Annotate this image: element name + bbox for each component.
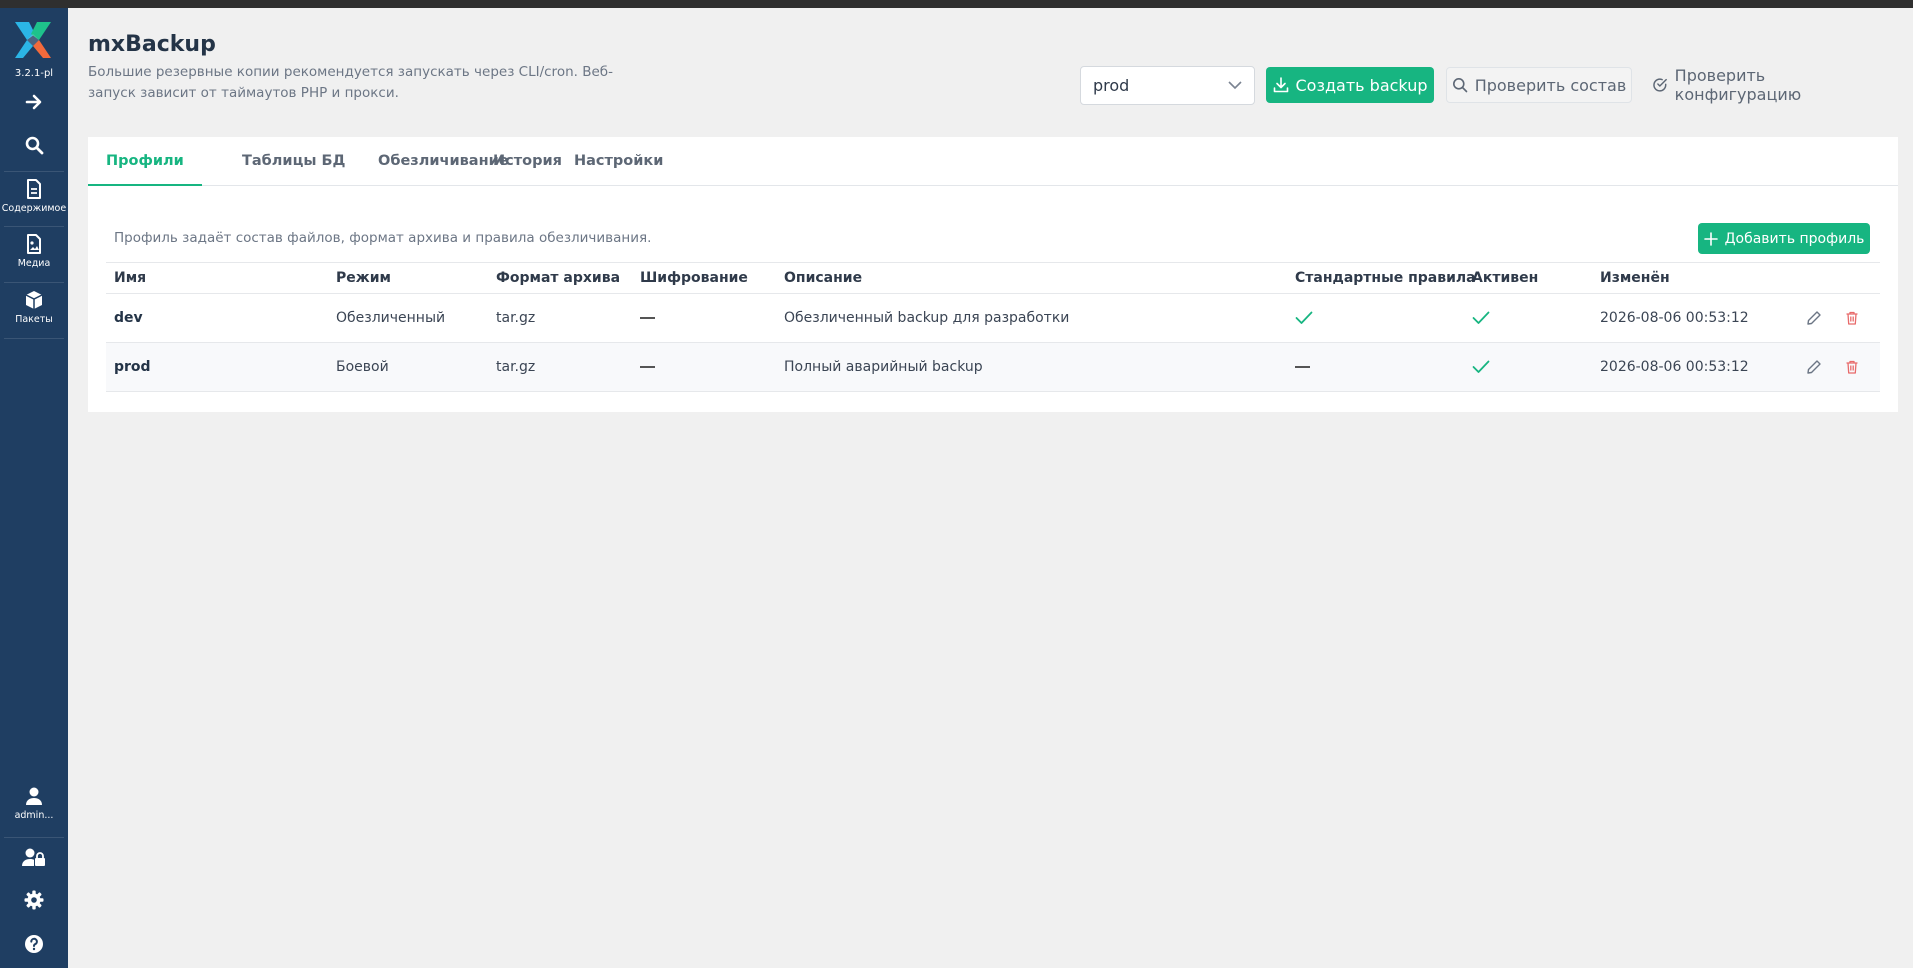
user-icon <box>26 787 42 805</box>
check-content-button[interactable]: Проверить состав <box>1446 67 1632 103</box>
profile-description: Обезличенный backup для разработки <box>784 310 1070 326</box>
check-circle-icon <box>1653 78 1667 92</box>
standard-rules-cell <box>1295 294 1313 342</box>
standard-rules-cell <box>1295 343 1310 391</box>
help-icon <box>25 935 43 953</box>
profile-mode: Боевой <box>336 359 389 375</box>
create-backup-button[interactable]: Создать backup <box>1266 67 1434 103</box>
check-icon <box>1472 360 1490 373</box>
tab-profiles[interactable]: Профили <box>88 137 202 186</box>
column-header[interactable]: Формат архива <box>496 263 620 294</box>
check-config-button[interactable]: Проверить конфигурацию <box>1652 66 1892 104</box>
table-row[interactable]: prod Боевой tar.gz Полный аварийный back… <box>106 343 1880 392</box>
profile-modified: 2026-08-06 00:53:12 <box>1600 359 1749 375</box>
document-icon <box>27 179 41 199</box>
tab-settings[interactable]: Настройки <box>556 137 681 186</box>
table-header: Имя Режим Формат архива Шифрование Описа… <box>106 262 1880 294</box>
profile-select-value: prod <box>1093 76 1130 95</box>
column-header[interactable]: Режим <box>336 263 391 294</box>
profile-encryption <box>640 343 655 391</box>
check-icon <box>1295 311 1313 324</box>
empty-dash <box>640 317 655 319</box>
sidebar-item-packages[interactable]: Пакеты <box>0 290 68 325</box>
user-lock-icon <box>22 848 45 866</box>
sidebar-divider <box>4 226 64 227</box>
empty-dash <box>1295 366 1310 368</box>
edit-button[interactable] <box>1806 359 1822 379</box>
profile-mode: Обезличенный <box>336 310 446 326</box>
profile-description: Полный аварийный backup <box>784 359 983 375</box>
tab-db-tables[interactable]: Таблицы БД <box>224 137 363 186</box>
empty-dash <box>640 366 655 368</box>
user-access-button[interactable] <box>0 847 68 867</box>
column-header[interactable]: Изменён <box>1600 263 1670 294</box>
help-button[interactable] <box>0 934 68 954</box>
profile-modified: 2026-08-06 00:53:12 <box>1600 310 1749 326</box>
sidebar-item-content[interactable]: Содержимое <box>0 179 68 214</box>
column-header[interactable]: Имя <box>114 263 146 294</box>
sidebar: 3.2.1-pl Содержимое Медиа Пакеты admin..… <box>0 8 68 968</box>
expand-sidebar-button[interactable] <box>0 92 68 112</box>
page-subtitle: Большие резервные копии рекомендуется за… <box>88 64 613 101</box>
active-cell <box>1472 294 1490 342</box>
active-cell <box>1472 343 1490 391</box>
column-header[interactable]: Описание <box>784 263 862 294</box>
window-top-bar <box>0 0 1913 8</box>
profile-name: dev <box>114 310 143 326</box>
profiles-hint: Профиль задаёт состав файлов, формат арх… <box>114 230 652 246</box>
page-title: mxBackup <box>88 32 216 57</box>
tab-bar: Профили Таблицы БД Обезличивание История… <box>88 137 1898 186</box>
sidebar-item-label: Содержимое <box>1 203 67 214</box>
add-profile-label: Добавить профиль <box>1724 230 1865 247</box>
arrow-right-icon <box>25 94 42 110</box>
image-file-icon <box>27 234 41 254</box>
profile-select[interactable]: prod <box>1080 66 1255 105</box>
app-logo[interactable] <box>13 20 53 60</box>
table-row[interactable]: dev Обезличенный tar.gz Обезличенный bac… <box>106 294 1880 343</box>
search-button[interactable] <box>0 135 68 155</box>
delete-button[interactable] <box>1844 310 1860 330</box>
create-backup-label: Создать backup <box>1295 75 1428 95</box>
check-icon <box>1472 311 1490 324</box>
package-icon <box>25 291 43 309</box>
user-name: admin... <box>14 810 54 821</box>
trash-icon <box>1846 360 1858 374</box>
settings-button[interactable] <box>0 890 68 910</box>
sidebar-divider <box>4 837 64 838</box>
main-panel: Профили Таблицы БД Обезличивание История… <box>88 137 1898 412</box>
sidebar-divider <box>4 171 64 172</box>
plus-icon <box>1703 231 1718 246</box>
sidebar-divider <box>4 338 64 339</box>
delete-button[interactable] <box>1844 359 1860 379</box>
check-content-label: Проверить состав <box>1474 75 1627 95</box>
profile-name: prod <box>114 359 151 375</box>
pencil-icon <box>1807 360 1821 374</box>
profile-format: tar.gz <box>496 310 536 326</box>
add-profile-button[interactable]: Добавить профиль <box>1698 223 1870 254</box>
sidebar-item-media[interactable]: Медиа <box>0 234 68 269</box>
download-icon <box>1273 77 1288 93</box>
check-config-label: Проверить конфигурацию <box>1674 66 1802 104</box>
user-menu-button[interactable]: admin... <box>0 786 68 821</box>
gear-icon <box>24 890 44 910</box>
column-header[interactable]: Активен <box>1472 263 1538 294</box>
sidebar-item-label: Медиа <box>17 258 51 269</box>
edit-button[interactable] <box>1806 310 1822 330</box>
pencil-icon <box>1807 311 1821 325</box>
profile-encryption <box>640 294 655 342</box>
app-version: 3.2.1-pl <box>14 68 54 79</box>
sidebar-divider <box>4 282 64 283</box>
sidebar-item-label: Пакеты <box>15 314 53 325</box>
profile-format: tar.gz <box>496 359 536 375</box>
column-header[interactable]: Стандартные правила <box>1295 263 1476 294</box>
column-header[interactable]: Шифрование <box>640 263 748 294</box>
trash-icon <box>1846 311 1858 325</box>
profiles-table: Имя Режим Формат архива Шифрование Описа… <box>106 262 1880 392</box>
search-icon <box>25 136 44 155</box>
search-icon <box>1452 78 1468 93</box>
chevron-down-icon <box>1228 81 1242 90</box>
